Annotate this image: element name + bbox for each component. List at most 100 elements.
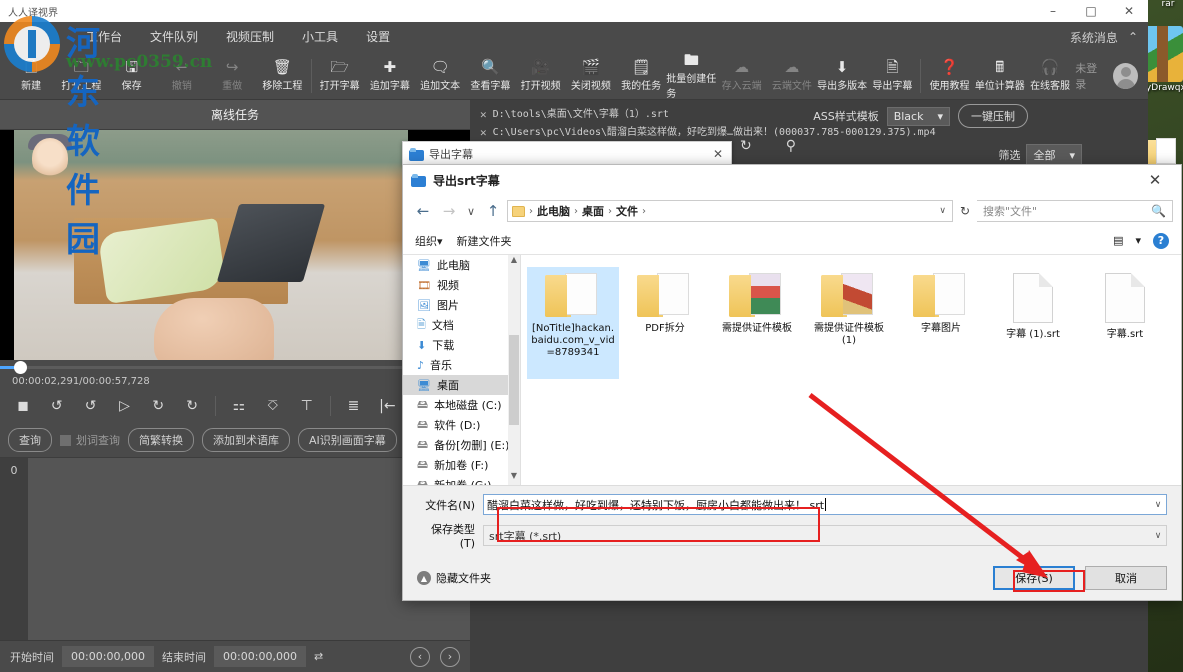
tree-item-disk-g[interactable]: 🖴 新加卷 (G:) [403, 475, 520, 485]
file-item[interactable]: 字幕.srt [1079, 267, 1171, 379]
refresh-icon[interactable]: ↻ [955, 204, 975, 218]
toolbar-close-video[interactable]: 🎬 关闭视频 [566, 53, 616, 99]
prev-icon[interactable]: ‹ [410, 647, 430, 667]
hide-folders-toggle[interactable]: ▲ 隐藏文件夹 [417, 570, 491, 586]
video-seek-bar[interactable] [0, 360, 470, 374]
chevron-down-icon[interactable]: ▾ [1135, 234, 1141, 247]
forward-1-button[interactable]: ↻ [143, 392, 173, 420]
tree-item-documents[interactable]: 🗎 文档 [403, 315, 520, 335]
file-item[interactable]: [NoTitle]hackan.baidu.com_v_vid=8789341 [527, 267, 619, 379]
toolbar-save[interactable]: 🖫 保存 [107, 53, 157, 99]
rewind-3-button[interactable]: ↺ [42, 392, 72, 420]
scroll-up-icon[interactable]: ▲ [508, 255, 520, 269]
menu-item-video-compress[interactable]: 视频压制 [212, 22, 288, 52]
chevron-down-icon[interactable]: ∨ [1150, 500, 1166, 510]
checkbox-icon[interactable] [60, 435, 71, 446]
one-click-compress-button[interactable]: 一键压制 [958, 104, 1028, 128]
start-time-input[interactable]: 00:00:00,000 [62, 646, 154, 667]
file-list[interactable]: [NoTitle]hackan.baidu.com_v_vid=8789341 … [521, 255, 1181, 485]
tree-item-music[interactable]: ♪ 音乐 [403, 355, 520, 375]
next-icon[interactable]: › [440, 647, 460, 667]
align-bottom-button[interactable]: ⊤ [292, 392, 322, 420]
filter-select[interactable]: 全部 ▾ [1026, 144, 1082, 166]
breadcrumb-item-this-pc[interactable]: 此电脑 [537, 203, 570, 219]
toolbar-open-subtitle[interactable]: 🗁 打开字幕 [314, 53, 364, 99]
scroll-down-icon[interactable]: ▼ [508, 471, 520, 485]
tree-scrollbar[interactable]: ▲ ▼ [508, 255, 520, 485]
video-preview[interactable] [0, 130, 470, 360]
system-message-area[interactable]: 系统消息 ⌃ [1070, 29, 1148, 46]
dialog-close-button[interactable]: ✕ [1137, 171, 1173, 189]
file-item[interactable]: 需提供证件模板 (1) [803, 267, 895, 379]
tree-item-disk-e[interactable]: 🖴 备份[勿删] (E:) [403, 435, 520, 455]
toolbar-tutorial[interactable]: ❓ 使用教程 [924, 53, 974, 99]
chevron-up-icon[interactable]: ⌃ [1128, 30, 1138, 44]
toolbar-batch-create[interactable]: 🖿 批量创建任务 [666, 53, 716, 99]
toolbar-export-multi[interactable]: ⬇ 导出多版本 [817, 53, 867, 99]
filename-input[interactable]: 醋溜白菜这样做，好吃到爆，还特别下饭，厨房小白都能做出来！.srt ∨ [483, 494, 1167, 515]
chevron-down-icon[interactable]: ∨ [1150, 531, 1166, 541]
ai-ocr-button[interactable]: AI识别画面字幕 [298, 428, 397, 452]
file-item[interactable]: 字幕图片 [895, 267, 987, 379]
lookup-button[interactable]: 查询 [8, 428, 52, 452]
toolbar-append-subtitle[interactable]: ✚ 追加字幕 [365, 53, 415, 99]
tree-item-disk-f[interactable]: 🖴 新加卷 (F:) [403, 455, 520, 475]
toolbar-remove-project[interactable]: 🗑 移除工程 [257, 53, 307, 99]
toolbar-my-task[interactable]: 🗒 我的任务 [616, 53, 666, 99]
menu-item-tools[interactable]: 小工具 [288, 22, 352, 52]
subtitle-editor[interactable]: 0 [0, 457, 470, 640]
breadcrumb-item-desktop[interactable]: 桌面 [582, 203, 604, 219]
search-icon[interactable]: 🔍 [1151, 204, 1166, 218]
desktop-icon-rar[interactable]: rar [1142, 0, 1183, 10]
collapse-icon[interactable]: ▲ [417, 571, 431, 585]
forward-button[interactable]: → [437, 202, 461, 220]
tree-item-local-disk-c[interactable]: 🖴 本地磁盘 (C:) [403, 395, 520, 415]
toolbar-new[interactable]: 🗋 新建 [6, 53, 56, 99]
up-button[interactable]: ↑ [481, 202, 505, 220]
scroll-thumb[interactable] [509, 335, 519, 425]
maximize-button[interactable]: □ [1072, 0, 1110, 22]
file-item[interactable]: PDF拆分 [619, 267, 711, 379]
desktop-folder-icon[interactable] [1146, 140, 1176, 166]
file-item[interactable]: 需提供证件模板 [711, 267, 803, 379]
tree-item-pictures[interactable]: 🖼 图片 [403, 295, 520, 315]
align-settings-button[interactable]: ⚏ [224, 392, 254, 420]
cancel-button[interactable]: 取消 [1085, 566, 1167, 590]
toolbar-cloud-files[interactable]: ☁ 云端文件 [767, 53, 817, 99]
breadcrumb[interactable]: › 此电脑 › 桌面 › 文件 › ∨ [507, 200, 953, 222]
rewind-1-button[interactable]: ↺ [76, 392, 106, 420]
minimize-button[interactable]: – [1034, 0, 1072, 22]
ass-template-select[interactable]: Black ▾ [887, 107, 950, 126]
tree-item-downloads[interactable]: ⬇ 下载 [403, 335, 520, 355]
user-area[interactable]: 未登录 [1075, 60, 1148, 92]
filetype-select[interactable]: srt字幕 (*.srt) ∨ [483, 525, 1167, 546]
shadow-dialog-close[interactable]: ✕ [713, 147, 731, 161]
breadcrumb-dropdown-icon[interactable]: ∨ [939, 206, 952, 216]
close-icon[interactable]: ✕ [480, 106, 487, 124]
toolbar-cloud-upload[interactable]: ☁ 存入云端 [716, 53, 766, 99]
close-button[interactable]: ✕ [1110, 0, 1148, 22]
swap-icon[interactable]: ⇄ [314, 650, 323, 663]
loaded-file-row[interactable]: ✕ D:\tools\桌面\文件\字幕（1）.srt [480, 106, 1138, 124]
toolbar-view-subtitle[interactable]: 🔍 查看字幕 [465, 53, 515, 99]
tree-item-desktop[interactable]: 🖥 桌面 [403, 375, 520, 395]
info-icon[interactable]: ⚲ [786, 138, 796, 154]
help-icon[interactable]: ? [1153, 233, 1169, 249]
seek-handle[interactable] [14, 361, 27, 374]
align-left-button[interactable]: ≣ [339, 392, 369, 420]
toolbar-calculator[interactable]: 🖩 单位计算器 [975, 53, 1025, 99]
menu-item-settings[interactable]: 设置 [352, 22, 404, 52]
toolbar-support[interactable]: 🎧 在线客服 [1025, 53, 1075, 99]
search-input[interactable]: 搜索"文件" 🔍 [977, 200, 1173, 222]
align-center-button[interactable]: ⎏ [258, 392, 288, 420]
breadcrumb-item-files[interactable]: 文件 [616, 203, 638, 219]
play-button[interactable]: ▷ [110, 392, 140, 420]
add-glossary-button[interactable]: 添加到术语库 [202, 428, 290, 452]
close-icon[interactable]: ✕ [480, 124, 487, 142]
menu-item-workbench[interactable]: 工作台 [72, 22, 136, 52]
toolbar-undo[interactable]: ↩ 撤销 [157, 53, 207, 99]
back-button[interactable]: ← [411, 202, 435, 220]
save-button[interactable]: 保存(S) [993, 566, 1075, 590]
toolbar-append-text[interactable]: 🗨 追加文本 [415, 53, 465, 99]
organize-button[interactable]: 组织▾ [415, 233, 443, 249]
